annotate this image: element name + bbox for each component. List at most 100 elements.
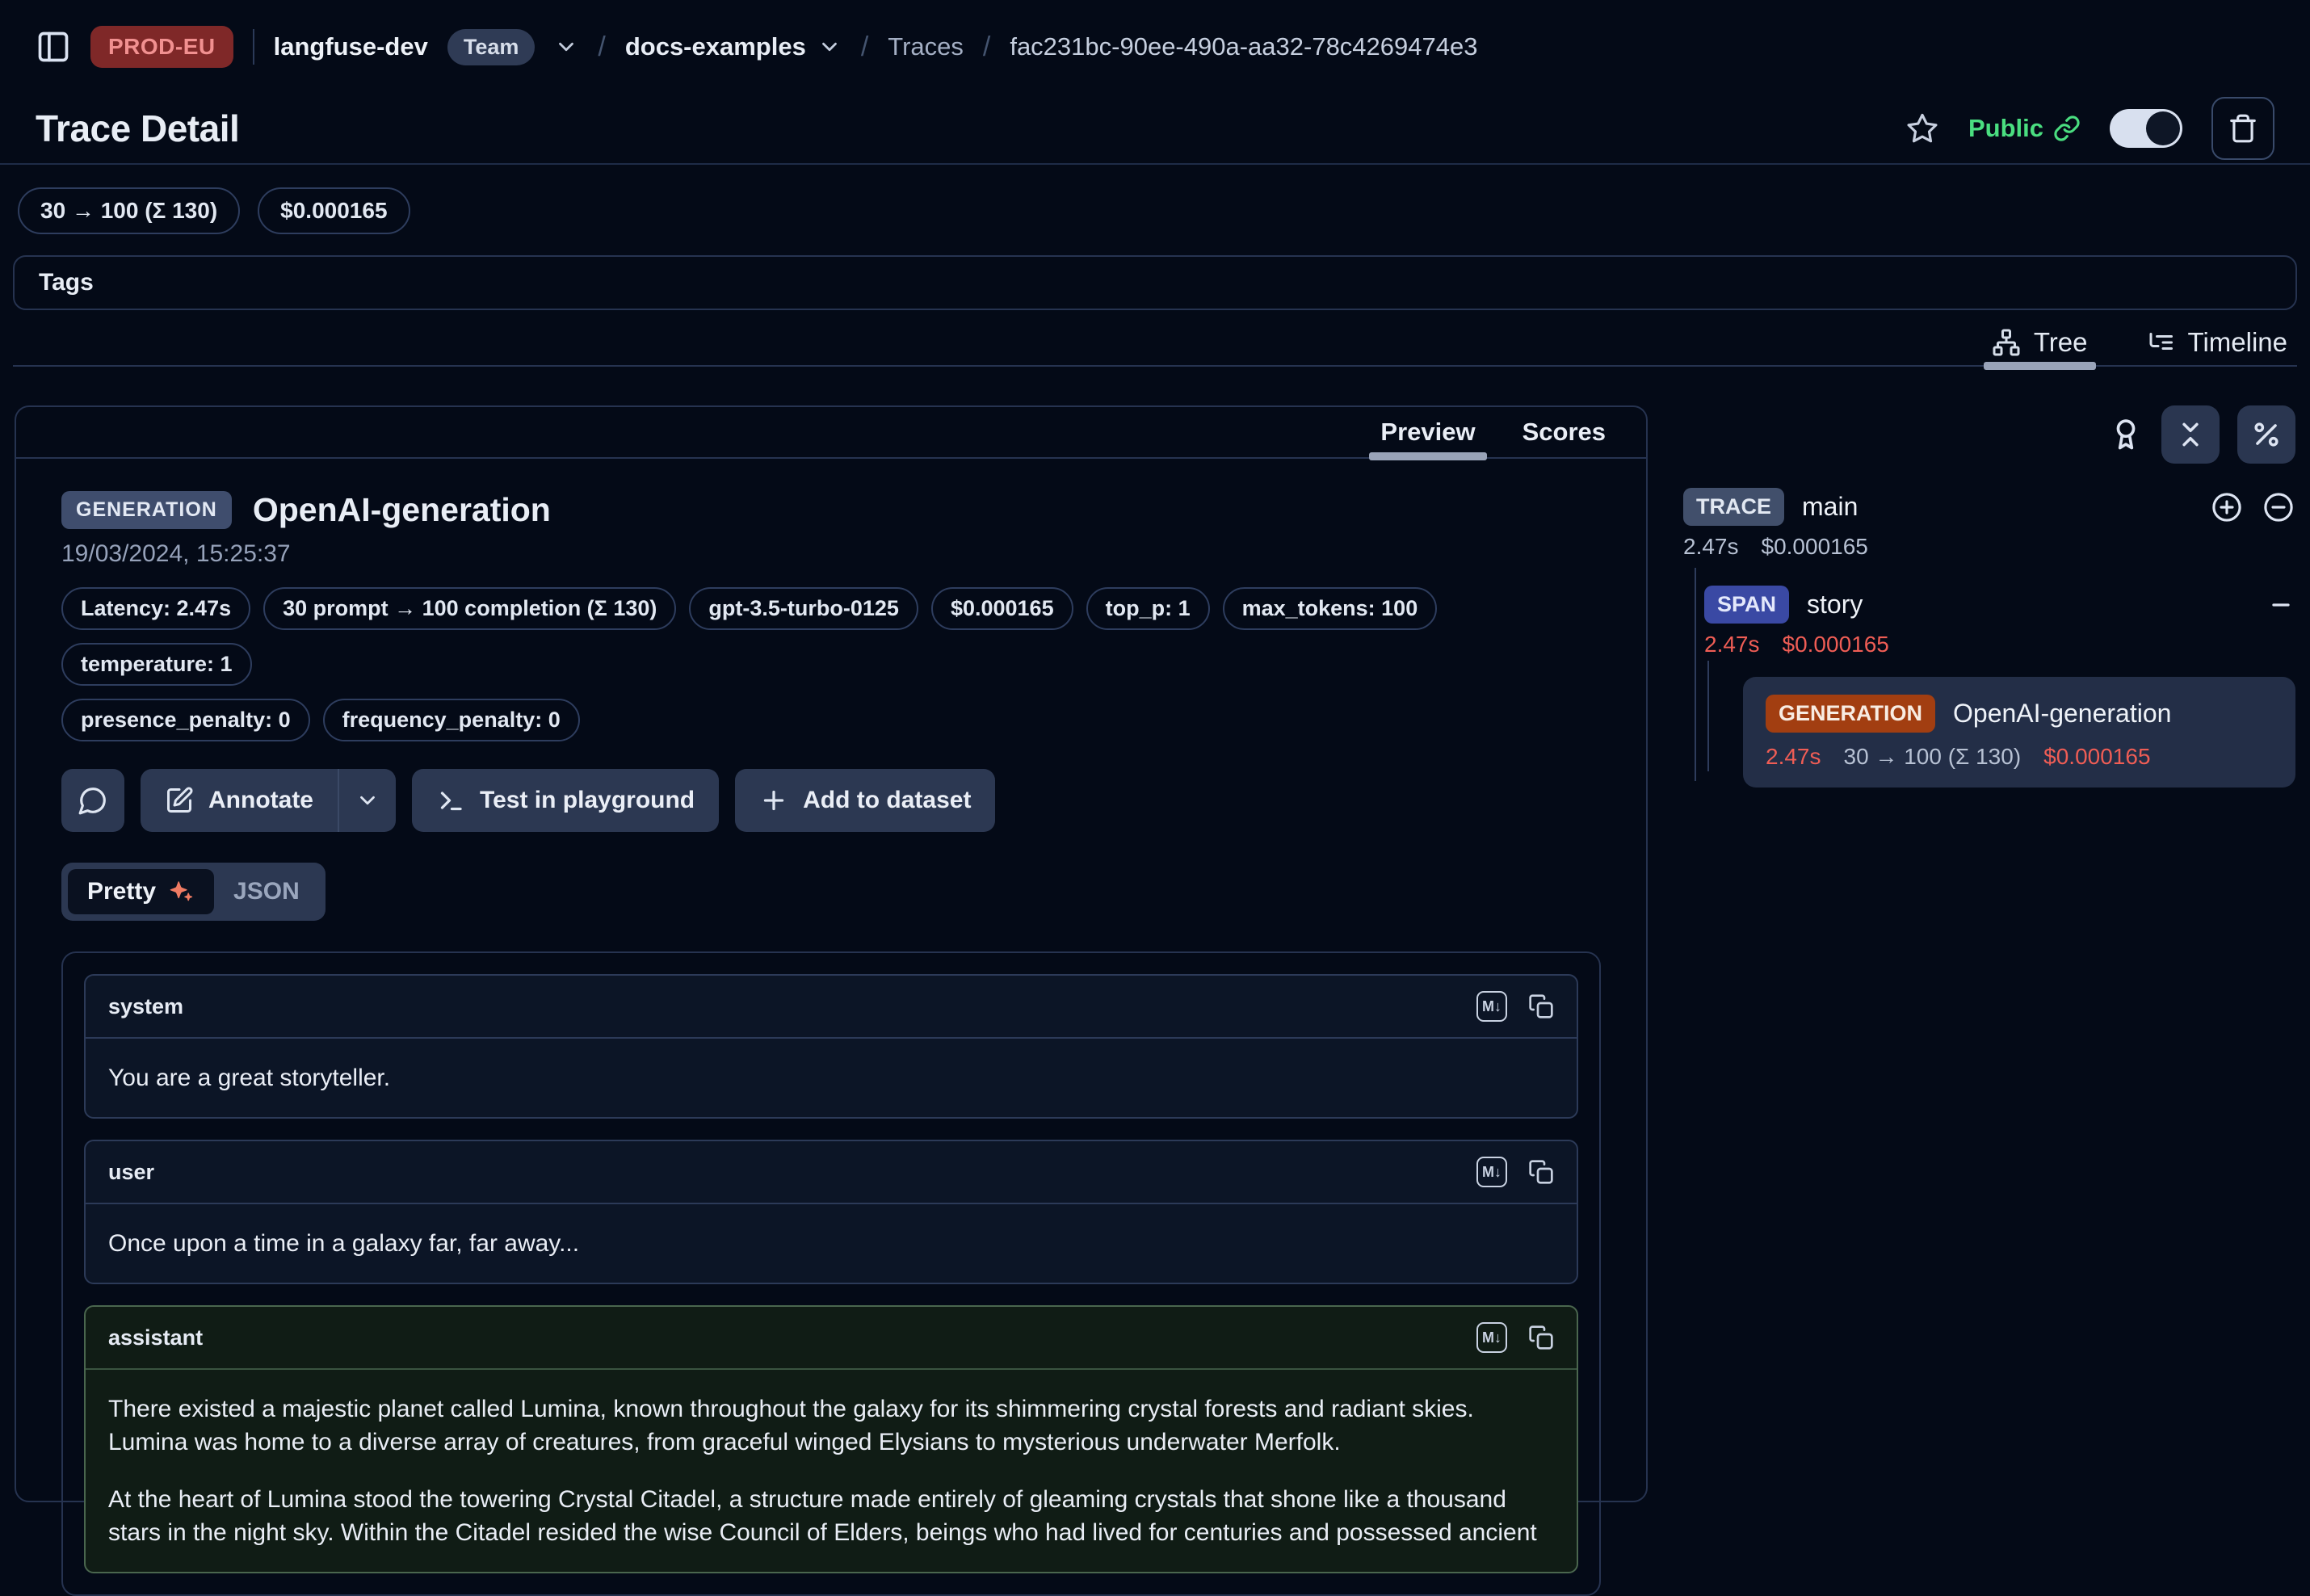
environment-badge[interactable]: PROD-EU: [90, 26, 233, 68]
project-chevron-down-icon[interactable]: [817, 35, 842, 59]
breadcrumb-project[interactable]: docs-examples: [625, 32, 842, 61]
tab-tree[interactable]: Tree: [1989, 320, 2091, 365]
markdown-icon[interactable]: M↓: [1476, 1322, 1507, 1353]
circle-plus-icon[interactable]: [2210, 490, 2244, 524]
model-badge[interactable]: gpt-3.5-turbo-0125: [689, 587, 918, 630]
title-actions: Public: [1905, 97, 2274, 160]
tab-timeline[interactable]: Timeline: [2143, 320, 2291, 365]
meta-badges-row-1: Latency: 2.47s 30 prompt → 100 completio…: [61, 587, 1601, 686]
copy-icon[interactable]: [1528, 993, 1554, 1019]
observation-header: GENERATION OpenAI-generation: [61, 491, 1601, 529]
observation-title: OpenAI-generation: [253, 491, 551, 529]
collapse-all-button[interactable]: [2161, 405, 2220, 464]
minus-icon[interactable]: [2266, 590, 2295, 620]
span-name: story: [1807, 590, 1863, 620]
max-tokens-badge[interactable]: max_tokens: 100: [1223, 587, 1438, 630]
message-role: system: [108, 994, 183, 1019]
topbar: PROD-EU langfuse-dev Team / docs-example…: [0, 0, 2310, 94]
cost-badge[interactable]: $0.000165: [258, 187, 410, 234]
span-cost: $0.000165: [1783, 632, 1889, 657]
breadcrumb-separator: /: [983, 32, 990, 63]
trace-name: main: [1802, 492, 1858, 522]
message-header: system M↓: [86, 976, 1577, 1039]
message-user: user M↓ Once upon a time in a galaxy far…: [84, 1140, 1578, 1284]
page-title: Trace Detail: [36, 107, 239, 150]
tab-tree-label: Tree: [2034, 327, 2088, 358]
annotate-label: Annotate: [208, 787, 313, 814]
tags-panel[interactable]: Tags: [13, 255, 2297, 310]
message-header: assistant M↓: [86, 1307, 1577, 1370]
generation-latency: 2.47s: [1766, 744, 1821, 770]
tree-node-trace[interactable]: TRACE main: [1683, 488, 2295, 526]
latency-badge[interactable]: Latency: 2.47s: [61, 587, 250, 630]
trace-node-controls: [2210, 490, 2295, 524]
delete-trace-button[interactable]: [2211, 97, 2274, 160]
toggle-knob: [2146, 111, 2180, 145]
tree-node-generation-selected[interactable]: GENERATION OpenAI-generation 2.47s 30 → …: [1743, 677, 2295, 788]
annotate-dropdown-button[interactable]: [339, 769, 396, 832]
content: Preview Scores GENERATION OpenAI-generat…: [0, 367, 2310, 1502]
title-row: Trace Detail Public: [0, 94, 2310, 163]
test-in-playground-button[interactable]: Test in playground: [412, 769, 719, 832]
span-latency: 2.47s: [1704, 632, 1760, 657]
circle-minus-icon[interactable]: [2262, 490, 2295, 524]
tree-view-icon: [1992, 328, 2021, 357]
trace-latency: 2.47s: [1683, 534, 1739, 560]
message-assistant: assistant M↓ There existed a majestic pl…: [84, 1305, 1578, 1573]
org-type-badge: Team: [447, 29, 536, 65]
tree-toolbar: [1683, 405, 2295, 464]
observation-timestamp: 19/03/2024, 15:25:37: [61, 540, 1601, 568]
breadcrumb-org[interactable]: langfuse-dev: [274, 32, 428, 61]
format-json[interactable]: JSON: [214, 869, 319, 914]
add-to-dataset-button[interactable]: Add to dataset: [735, 769, 995, 832]
token-badge[interactable]: 30 prompt → 100 completion (Σ 130): [263, 587, 676, 630]
format-pretty[interactable]: Pretty: [68, 869, 214, 914]
presence-penalty-badge[interactable]: presence_penalty: 0: [61, 699, 310, 741]
message-actions: M↓: [1476, 991, 1554, 1022]
panel-body: GENERATION OpenAI-generation 19/03/2024,…: [16, 459, 1646, 1596]
format-toggle: Pretty JSON: [61, 863, 326, 921]
temperature-badge[interactable]: temperature: 1: [61, 643, 252, 686]
meta-badges-row-2: presence_penalty: 0 frequency_penalty: 0: [61, 699, 1601, 741]
project-name: docs-examples: [625, 32, 806, 61]
markdown-icon[interactable]: M↓: [1476, 991, 1507, 1022]
copy-icon[interactable]: [1528, 1159, 1554, 1185]
breadcrumb-traces[interactable]: Traces: [888, 32, 964, 61]
markdown-icon[interactable]: M↓: [1476, 1157, 1507, 1187]
annotate-split-button: Annotate: [141, 769, 396, 832]
assistant-paragraph: At the heart of Lumina stood the towerin…: [108, 1483, 1554, 1549]
public-label: Public: [1968, 114, 2043, 143]
breadcrumb-separator: /: [598, 32, 605, 63]
assistant-paragraph: There existed a majestic planet called L…: [108, 1392, 1554, 1459]
metrics-toggle-button[interactable]: [2237, 405, 2295, 464]
org-chevron-down-icon[interactable]: [554, 35, 578, 59]
public-toggle[interactable]: [2110, 109, 2182, 148]
io-preview: system M↓ You are a great storyteller. u…: [61, 951, 1601, 1596]
comment-button[interactable]: [61, 769, 124, 832]
trace-cost: $0.000165: [1762, 534, 1868, 560]
generation-metrics: 2.47s 30 → 100 (Σ 130) $0.000165: [1766, 744, 2273, 770]
span-children: GENERATION OpenAI-generation 2.47s 30 → …: [1743, 657, 2295, 788]
generation-name: OpenAI-generation: [1953, 699, 2171, 729]
tree-node-span[interactable]: SPAN story: [1704, 586, 2295, 624]
public-share-link[interactable]: Public: [1968, 114, 2081, 143]
star-icon[interactable]: [1905, 111, 1939, 145]
token-usage-badge[interactable]: 30 → 100 (Σ 130): [18, 187, 240, 234]
generation-row: GENERATION OpenAI-generation: [1766, 695, 2273, 733]
frequency-penalty-badge[interactable]: frequency_penalty: 0: [323, 699, 580, 741]
tags-label: Tags: [39, 269, 94, 296]
breadcrumb-separator: /: [861, 32, 868, 63]
tab-preview[interactable]: Preview: [1380, 418, 1475, 447]
top-p-badge[interactable]: top_p: 1: [1086, 587, 1210, 630]
annotate-button[interactable]: Annotate: [141, 769, 338, 832]
award-icon[interactable]: [2108, 417, 2144, 452]
dataset-label: Add to dataset: [803, 787, 971, 814]
sidebar-toggle-icon[interactable]: [36, 29, 71, 65]
header-divider: [0, 163, 2310, 165]
percent-icon: [2251, 419, 2282, 450]
tab-scores[interactable]: Scores: [1522, 418, 1606, 447]
trace-tree: TRACE main 2.47s $0.000165 SPAN: [1683, 488, 2295, 788]
cost-badge[interactable]: $0.000165: [931, 587, 1073, 630]
link-icon: [2053, 115, 2081, 142]
copy-icon[interactable]: [1528, 1325, 1554, 1350]
